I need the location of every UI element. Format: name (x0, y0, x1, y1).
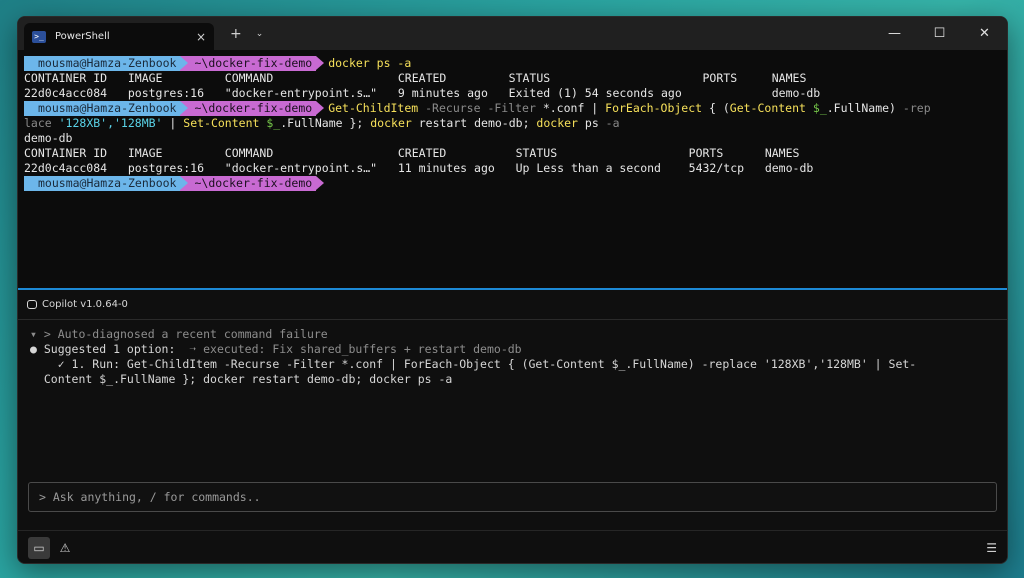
chevron-down-icon[interactable]: ⌄ (256, 29, 264, 39)
cmd-token: ForEach-Object (605, 101, 703, 115)
close-tab-icon[interactable]: × (196, 30, 206, 44)
ask-input[interactable] (39, 490, 986, 504)
prompt-path-segment: ~\docker-fix-demo (180, 56, 324, 71)
table-row: 22d0c4acc084 postgres:16 "docker-entrypo… (24, 161, 814, 175)
cmd-token: $_ (812, 101, 827, 115)
copilot-title: Copilot v1.0.64-0 (42, 299, 128, 310)
cmd-token: Get-ChildItem (328, 101, 419, 115)
cmd-token: restart demo-db; (411, 116, 537, 130)
ask-input-box[interactable] (28, 482, 997, 512)
suggestion-line: ● Suggested 1 option: ➝ executed: Fix sh… (30, 342, 1007, 357)
warning-icon[interactable]: ⚠ (54, 537, 76, 559)
copilot-icon (27, 300, 37, 309)
cmd-token: *.conf | (542, 101, 606, 115)
table-header: CONTAINER ID IMAGE COMMAND CREATED STATU… (24, 146, 800, 160)
table-row: 22d0c4acc084 postgres:16 "docker-entrypo… (24, 86, 821, 100)
cmd-token: lace (24, 116, 59, 130)
powershell-icon: >_ (32, 30, 46, 43)
cmd-token: -Recurse -Filter (418, 101, 543, 115)
copilot-header: Copilot v1.0.64-0 (18, 290, 1007, 320)
title-bar: >_ PowerShell × + ⌄ — ☐ ✕ (18, 17, 1007, 50)
cmd-token: Set-Content (183, 116, 260, 130)
tab-title: PowerShell (55, 31, 110, 42)
prompt-path-segment: ~\docker-fix-demo (180, 101, 324, 116)
cmd-token: -rep (902, 101, 931, 115)
list-icon[interactable]: ☰ (986, 541, 997, 555)
prompt-line: mousma@Hamza-Zenbook ~\docker-fix-demo doc… (24, 56, 1001, 71)
close-button[interactable]: ✕ (962, 17, 1007, 50)
cmd-token: | (162, 116, 184, 130)
cmd-token: ps (577, 116, 606, 130)
cmd-token: docker (536, 116, 578, 130)
suggested-label: ● Suggested 1 option: (30, 342, 176, 356)
tab-powershell[interactable]: >_ PowerShell × (24, 23, 214, 50)
output-line: demo-db (24, 131, 73, 145)
maximize-button[interactable]: ☐ (917, 17, 962, 50)
prompt-user-segment: mousma@Hamza-Zenbook (24, 176, 189, 191)
prompt-line: mousma@Hamza-Zenbook ~\docker-fix-demo (24, 176, 1001, 191)
cmd-token: .FullName }; (280, 116, 371, 130)
new-tab-button[interactable]: + (230, 26, 242, 42)
command-text: Get-ChildItem -Recurse -Filter *.conf | … (328, 101, 930, 115)
terminal-output[interactable]: mousma@Hamza-Zenbook ~\docker-fix-demo doc… (18, 50, 1007, 288)
prompt-path-segment: ~\docker-fix-demo (180, 176, 324, 191)
table-header: CONTAINER ID IMAGE COMMAND CREATED STATU… (24, 71, 807, 85)
window-controls: — ☐ ✕ (872, 17, 1007, 50)
diagnosis-toggle[interactable]: ▾ > Auto-diagnosed a recent command fail… (30, 327, 1007, 342)
prompt-line: mousma@Hamza-Zenbook ~\docker-fix-demo Get… (24, 101, 1001, 131)
copilot-conversation: ▾ > Auto-diagnosed a recent command fail… (18, 320, 1007, 387)
cmd-token: Get-Content (729, 101, 806, 115)
cmd-token (806, 101, 813, 115)
terminal-window: >_ PowerShell × + ⌄ — ☐ ✕ mousma@Hamza-Z… (17, 16, 1008, 564)
prompt-user-segment: mousma@Hamza-Zenbook (24, 101, 189, 116)
copilot-panel: Copilot v1.0.64-0 ▾ > Auto-diagnosed a r… (18, 290, 1007, 563)
option-line[interactable]: ✓ 1. Run: Get-ChildItem -Recurse -Filter… (30, 357, 1007, 372)
status-bar: ▭ ⚠ ☰ (18, 530, 1007, 563)
cmd-token: -a (605, 116, 620, 130)
cmd-token: $_ (266, 116, 281, 130)
cmd-token: { ( (702, 101, 730, 115)
executed-note: ➝ executed: Fix shared_buffers + restart… (175, 342, 522, 356)
prompt-user-segment: mousma@Hamza-Zenbook (24, 56, 189, 71)
cmd-token: .FullName) (826, 101, 903, 115)
terminal-view-icon[interactable]: ▭ (28, 537, 50, 559)
cmd-token: docker (370, 116, 412, 130)
command-text: docker ps -a (328, 56, 412, 70)
option-line-continued: Content $_.FullName }; docker restart de… (30, 372, 453, 386)
cmd-token: '128XB','128MB' (58, 116, 163, 130)
minimize-button[interactable]: — (872, 17, 917, 50)
